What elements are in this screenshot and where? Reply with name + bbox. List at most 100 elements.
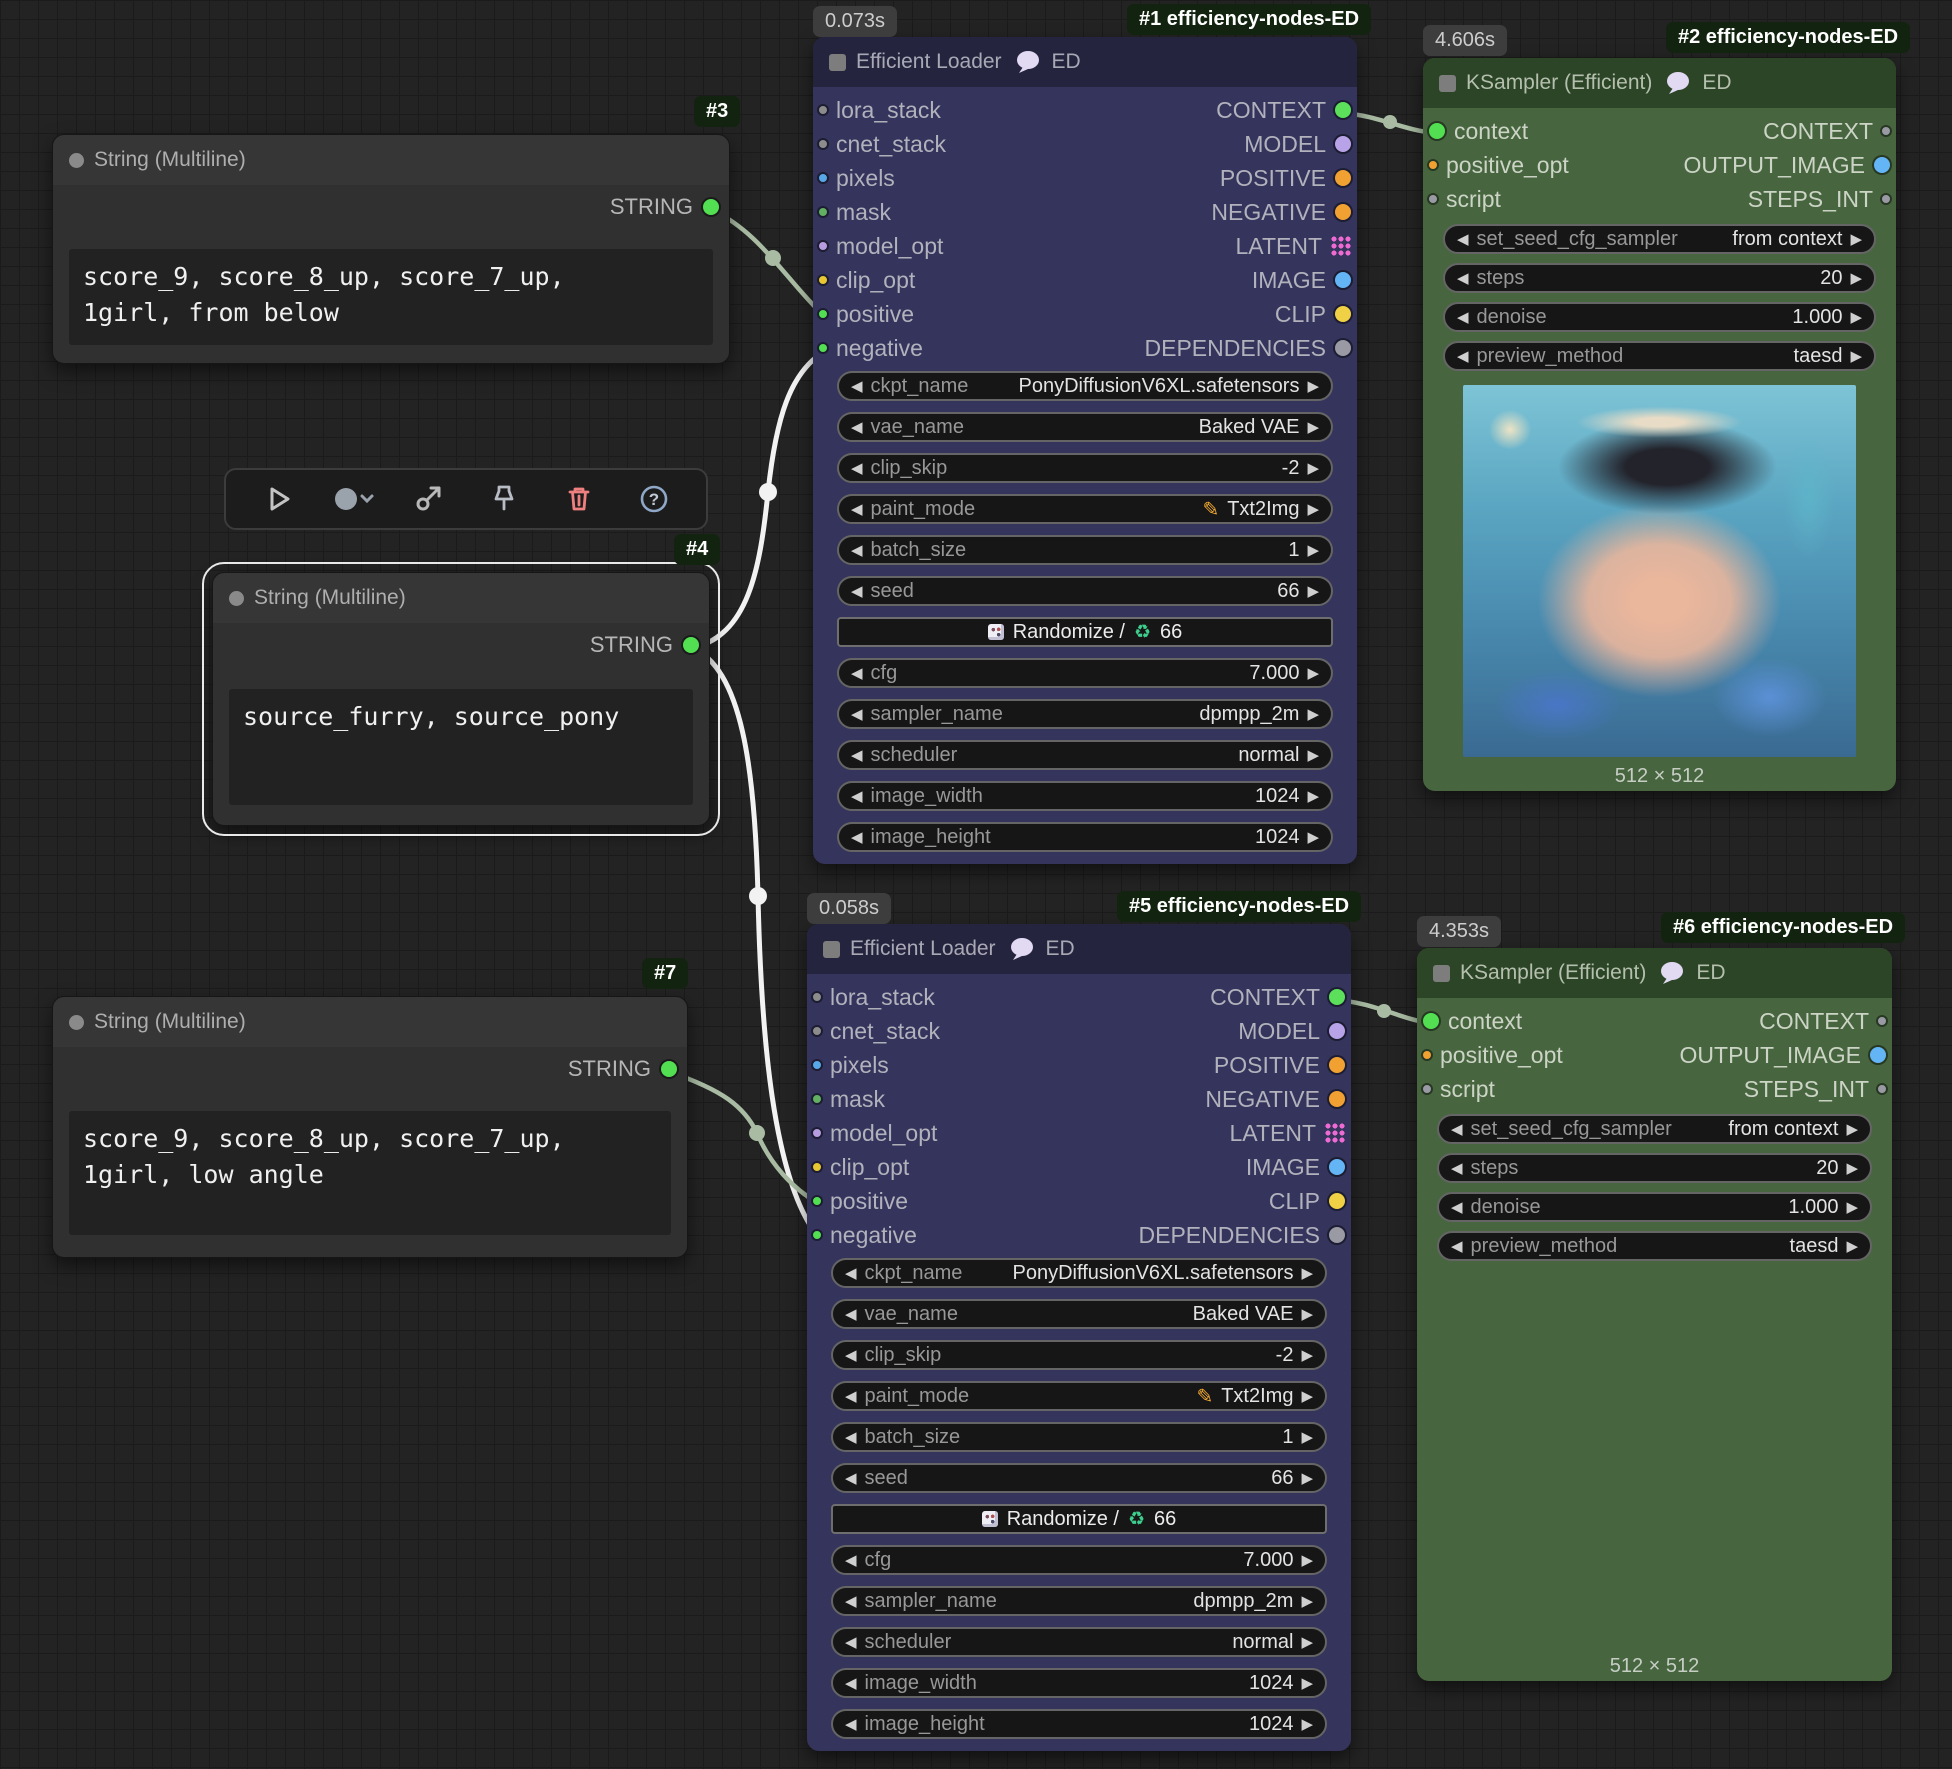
- decrement-arrow[interactable]: ◀: [851, 459, 863, 477]
- link-dot[interactable]: [749, 1125, 765, 1141]
- decrement-arrow[interactable]: ◀: [851, 746, 863, 764]
- output-port[interactable]: MODEL: [1238, 1018, 1345, 1045]
- increment-arrow[interactable]: ▶: [1850, 269, 1862, 287]
- output-port[interactable]: CONTEXT: [1763, 118, 1890, 145]
- increment-arrow[interactable]: ▶: [1307, 459, 1319, 477]
- output-slot-dot[interactable]: [1335, 204, 1351, 220]
- increment-arrow[interactable]: ▶: [1850, 347, 1862, 365]
- output-port[interactable]: STEPS_INT: [1748, 186, 1890, 213]
- widget-row[interactable]: ◀ steps 20 ▶: [1437, 1153, 1872, 1183]
- input-slot-dot[interactable]: [813, 1027, 821, 1035]
- input-slot-dot[interactable]: [813, 1231, 821, 1239]
- increment-arrow[interactable]: ▶: [1307, 582, 1319, 600]
- input-port[interactable]: pixels: [819, 165, 895, 192]
- output-slot-dot[interactable]: [1335, 102, 1351, 118]
- widget-row[interactable]: ◀ batch_size 1 ▶: [831, 1422, 1327, 1452]
- widget-row[interactable]: ◀ paint_mode ✎ Txt2Img ▶: [831, 1381, 1327, 1411]
- widget-row[interactable]: ◀ cfg 7.000 ▶: [831, 1545, 1327, 1575]
- pin-button[interactable]: [481, 476, 527, 522]
- decrement-arrow[interactable]: ◀: [845, 1305, 857, 1323]
- input-slot-dot[interactable]: [813, 1095, 821, 1103]
- input-port[interactable]: model_opt: [813, 1120, 937, 1147]
- decrement-arrow[interactable]: ◀: [845, 1428, 857, 1446]
- increment-arrow[interactable]: ▶: [1301, 1674, 1313, 1692]
- increment-arrow[interactable]: ▶: [1307, 746, 1319, 764]
- input-port[interactable]: clip_opt: [813, 1154, 909, 1181]
- input-slot-dot[interactable]: [819, 106, 827, 114]
- input-slot-dot[interactable]: [819, 140, 827, 148]
- decrement-arrow[interactable]: ◀: [845, 1346, 857, 1364]
- widget-row[interactable]: ◀ preview_method taesd ▶: [1437, 1231, 1872, 1261]
- node-efficient-loader-5[interactable]: Efficient Loader ED lora_stack CONTEXT c…: [807, 924, 1351, 1751]
- decrement-arrow[interactable]: ◀: [1451, 1159, 1463, 1177]
- decrement-arrow[interactable]: ◀: [845, 1674, 857, 1692]
- output-slot-dot[interactable]: [1329, 1091, 1345, 1107]
- widget-row[interactable]: ◀ ckpt_name PonyDiffusionV6XL.safetensor…: [837, 371, 1333, 401]
- output-slot-dot[interactable]: [1325, 1123, 1345, 1143]
- output-port[interactable]: LATENT: [1230, 1120, 1345, 1147]
- increment-arrow[interactable]: ▶: [1301, 1305, 1313, 1323]
- output-port[interactable]: CONTEXT: [1210, 984, 1345, 1011]
- collapse-icon[interactable]: [829, 54, 846, 71]
- output-slot-dot[interactable]: [1329, 1057, 1345, 1073]
- input-port[interactable]: mask: [813, 1086, 885, 1113]
- widget-row[interactable]: ◀ sampler_name dpmpp_2m ▶: [831, 1586, 1327, 1616]
- output-port[interactable]: LATENT: [1236, 233, 1351, 260]
- increment-arrow[interactable]: ▶: [1846, 1159, 1858, 1177]
- node-efficient-loader-1[interactable]: Efficient Loader ED lora_stack CONTEXT c…: [813, 37, 1357, 864]
- output-port[interactable]: IMAGE: [1246, 1154, 1345, 1181]
- output-slot-dot[interactable]: [1329, 1227, 1345, 1243]
- decrement-arrow[interactable]: ◀: [851, 500, 863, 518]
- input-slot-dot[interactable]: [819, 242, 827, 250]
- link-dot[interactable]: [1377, 1004, 1391, 1018]
- input-port[interactable]: context: [1423, 1008, 1522, 1035]
- output-slot-dot[interactable]: [1329, 1159, 1345, 1175]
- jump-to-node-button[interactable]: [405, 476, 451, 522]
- increment-arrow[interactable]: ▶: [1301, 1264, 1313, 1282]
- output-port[interactable]: CLIP: [1269, 1188, 1345, 1215]
- node-header[interactable]: String (Multiline): [53, 997, 687, 1047]
- widget-row[interactable]: ◀ seed 66 ▶: [837, 576, 1333, 606]
- decrement-arrow[interactable]: ◀: [851, 828, 863, 846]
- multiline-text-input[interactable]: source_furry, source_pony: [229, 689, 693, 805]
- increment-arrow[interactable]: ▶: [1307, 500, 1319, 518]
- input-port[interactable]: pixels: [813, 1052, 889, 1079]
- output-slot-dot[interactable]: [1870, 1047, 1886, 1063]
- output-port[interactable]: DEPENDENCIES: [1139, 1222, 1345, 1249]
- output-slot-dot[interactable]: [1882, 195, 1890, 203]
- widget-row[interactable]: ◀ image_width 1024 ▶: [837, 781, 1333, 811]
- increment-arrow[interactable]: ▶: [1307, 377, 1319, 395]
- output-port[interactable]: STEPS_INT: [1744, 1076, 1886, 1103]
- widget-row[interactable]: ◀ clip_skip -2 ▶: [837, 453, 1333, 483]
- decrement-arrow[interactable]: ◀: [845, 1387, 857, 1405]
- output-port[interactable]: OUTPUT_IMAGE: [1684, 152, 1890, 179]
- output-slot-dot[interactable]: [1331, 236, 1351, 256]
- node-ksampler-6[interactable]: KSampler (Efficient) ED context CONTEXT …: [1417, 948, 1892, 1681]
- widget-row[interactable]: ◀ ckpt_name PonyDiffusionV6XL.safetensor…: [831, 1258, 1327, 1288]
- play-button[interactable]: [255, 476, 301, 522]
- node-string-3[interactable]: String (Multiline) STRING score_9, score…: [52, 134, 730, 364]
- output-port[interactable]: POSITIVE: [1214, 1052, 1345, 1079]
- decrement-arrow[interactable]: ◀: [1457, 230, 1469, 248]
- widget-row[interactable]: ◀ seed 66 ▶: [831, 1463, 1327, 1493]
- widget-row[interactable]: ◀ scheduler normal ▶: [831, 1627, 1327, 1657]
- link-dot[interactable]: [749, 887, 767, 905]
- increment-arrow[interactable]: ▶: [1301, 1633, 1313, 1651]
- collapse-icon[interactable]: [1433, 965, 1450, 982]
- increment-arrow[interactable]: ▶: [1301, 1551, 1313, 1569]
- output-port[interactable]: CONTEXT: [1759, 1008, 1886, 1035]
- output-slot-dot[interactable]: [1335, 136, 1351, 152]
- decrement-arrow[interactable]: ◀: [845, 1592, 857, 1610]
- input-slot-dot[interactable]: [819, 276, 827, 284]
- output-port[interactable]: STRING: [213, 623, 709, 667]
- node-header[interactable]: Efficient Loader ED: [807, 924, 1351, 974]
- increment-arrow[interactable]: ▶: [1307, 705, 1319, 723]
- input-port[interactable]: model_opt: [819, 233, 943, 260]
- input-slot-dot[interactable]: [1423, 1013, 1439, 1029]
- widget-row[interactable]: ◀ vae_name Baked VAE ▶: [831, 1299, 1327, 1329]
- node-header[interactable]: KSampler (Efficient) ED: [1423, 58, 1896, 108]
- node-header[interactable]: String (Multiline): [53, 135, 729, 185]
- input-slot-dot[interactable]: [813, 993, 821, 1001]
- multiline-text-input[interactable]: score_9, score_8_up, score_7_up, 1girl, …: [69, 1111, 671, 1235]
- input-slot-dot[interactable]: [819, 174, 827, 182]
